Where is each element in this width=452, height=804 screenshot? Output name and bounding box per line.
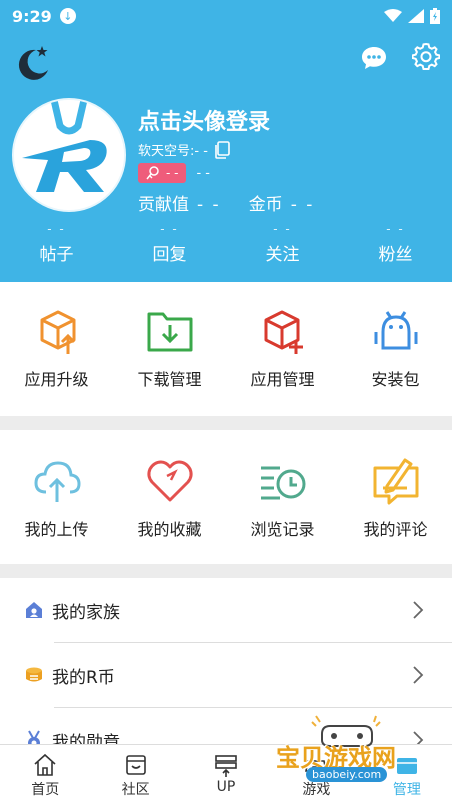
uid-label: 软天空号:- - [138, 144, 208, 159]
grid-item-label: 我的上传 [24, 520, 89, 539]
coins-value: - - [290, 195, 315, 215]
list-item-my-family[interactable]: 我的家族 [0, 578, 452, 642]
app-logo-avatar-icon [14, 100, 124, 210]
status-time: 9:29 [12, 6, 52, 26]
watermark-url: baobeiy.com [306, 767, 388, 782]
settings-gear-icon[interactable] [412, 42, 440, 70]
list-item-my-r-coins[interactable]: 我的R币 [0, 643, 452, 707]
counter-label: 粉丝 [378, 245, 413, 265]
folder-download-icon [147, 312, 192, 352]
avatar-login-button[interactable] [12, 98, 126, 212]
grid-item-my-uploads[interactable]: 我的上传 [0, 456, 113, 564]
grid-item-my-favorites[interactable]: 我的收藏 [113, 456, 226, 564]
level-value: - - [166, 166, 179, 180]
history-icon [260, 466, 305, 500]
counter-value: - - [160, 222, 179, 236]
profile-counters: - - 帖子 - - 回复 - - 关注 - - 粉丝 [0, 222, 452, 265]
grid-item-label: 应用管理 [250, 370, 315, 389]
box-add-icon [264, 310, 303, 354]
counter-replies[interactable]: - - 回复 [113, 222, 226, 265]
grid-item-my-comments[interactable]: 我的评论 [339, 456, 452, 564]
counter-label: 帖子 [39, 245, 74, 265]
level-badge: - - [138, 163, 187, 183]
nav-tab-home[interactable]: 首页 [0, 745, 90, 804]
heart-icon [146, 460, 193, 502]
grid-item-app-manager[interactable]: 应用管理 [226, 306, 339, 416]
counter-value: - - [47, 222, 66, 236]
up-icon [215, 755, 237, 777]
login-prompt-title[interactable]: 点击头像登录 [138, 104, 270, 136]
app-tools-grid: 应用升级 下载管理 应用管理 安装包 [0, 282, 452, 416]
family-icon [26, 602, 42, 618]
list-item-label: 我的R币 [52, 667, 115, 688]
counter-posts[interactable]: - - 帖子 [0, 222, 113, 265]
level-row: - - - - [138, 163, 210, 183]
nav-tab-label: UP [216, 779, 236, 795]
grid-item-label: 应用升级 [24, 370, 89, 389]
signal-icon [408, 9, 424, 23]
grid-item-label: 浏览记录 [250, 520, 315, 539]
comment-edit-icon [373, 458, 418, 505]
personal-tools-grid: 我的上传 我的收藏 浏览记录 我的评论 [0, 430, 452, 564]
battery-icon [430, 8, 440, 24]
stats-row: 贡献值 - - 金币 - - [138, 190, 314, 215]
nav-tab-label: 管理 [392, 782, 421, 798]
nav-tab-community[interactable]: 社区 [90, 745, 180, 804]
grid-item-label: 下载管理 [137, 370, 202, 389]
coins-stat: 金币 - - [249, 190, 315, 215]
grid-item-browse-history[interactable]: 浏览记录 [226, 456, 339, 564]
grid-item-install-package[interactable]: 安装包 [339, 306, 452, 416]
cloud-upload-icon [33, 461, 81, 502]
nav-tab-label: 首页 [31, 782, 60, 798]
box-upgrade-icon [40, 310, 75, 354]
list-item-label: 我的勋章 [52, 732, 120, 745]
grid-item-download-manager[interactable]: 下载管理 [113, 306, 226, 416]
download-notification-icon: ↓ [59, 8, 76, 24]
counter-fans[interactable]: - - 粉丝 [339, 222, 452, 265]
android-icon [374, 311, 417, 350]
coins-label: 金币 [248, 195, 283, 215]
counter-label: 关注 [265, 245, 300, 265]
counter-following[interactable]: - - 关注 [226, 222, 339, 265]
status-indicators [384, 8, 440, 24]
uid-row: 软天空号:- - [138, 140, 230, 159]
grid-item-label: 我的收藏 [137, 520, 202, 539]
counter-value: - - [273, 222, 292, 236]
nav-tab-label: 游戏 [302, 782, 331, 798]
profile-header: 点击头像登录 软天空号:- - - - - - 贡献值 - - 金币 - - - -… [0, 32, 452, 282]
nav-tab-up[interactable]: UP [181, 745, 271, 804]
status-bar: 9:29 ↓ [0, 0, 452, 32]
grid-item-app-upgrade[interactable]: 应用升级 [0, 306, 113, 416]
chevron-right-icon [413, 601, 424, 619]
counter-label: 回复 [152, 245, 187, 265]
grid-item-label: 安装包 [371, 370, 420, 389]
r-coin-icon [26, 667, 42, 682]
chevron-right-icon [413, 666, 424, 684]
medal-ribbon-icon [146, 166, 159, 180]
home-icon [34, 753, 56, 776]
nav-tab-label: 社区 [121, 782, 150, 798]
list-item-label: 我的家族 [52, 602, 120, 623]
night-mode-icon[interactable] [12, 44, 52, 84]
contribution-label: 贡献值 [138, 195, 189, 215]
level-extra-value: - - [196, 165, 210, 181]
wifi-icon [384, 9, 402, 22]
counter-value: - - [386, 222, 405, 236]
community-icon [125, 755, 146, 775]
medal-icon [28, 730, 40, 744]
message-icon[interactable] [360, 44, 388, 72]
contribution-value: - - [197, 195, 221, 215]
contribution-stat: 贡献值 - - [138, 190, 221, 215]
copy-icon[interactable] [214, 140, 230, 159]
grid-item-label: 我的评论 [363, 520, 428, 539]
